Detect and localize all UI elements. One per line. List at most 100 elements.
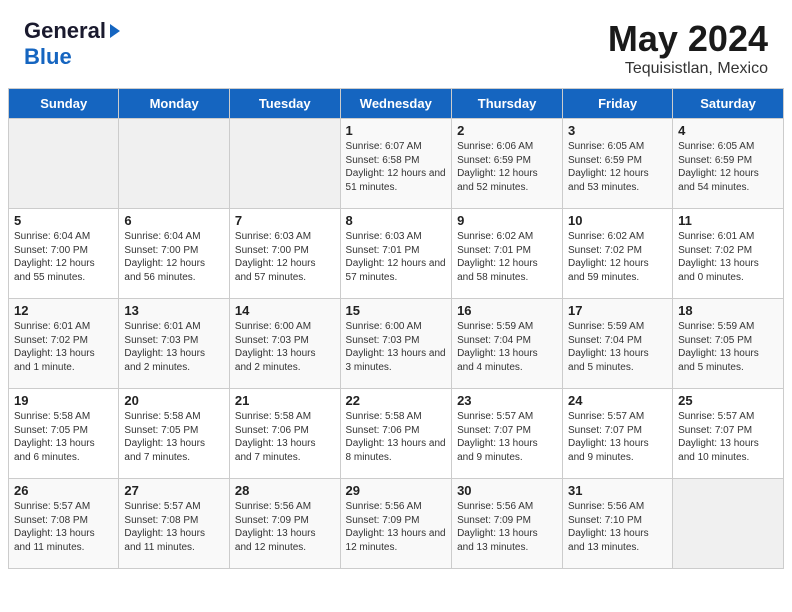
- day-number: 3: [568, 123, 667, 138]
- day-number: 10: [568, 213, 667, 228]
- calendar-cell: 28 Sunrise: 5:56 AMSunset: 7:09 PMDayligh…: [229, 479, 340, 569]
- day-number: 12: [14, 303, 113, 318]
- calendar-day-header: Wednesday: [340, 89, 452, 119]
- cell-content: Sunrise: 5:57 AMSunset: 7:08 PMDaylight:…: [14, 500, 113, 554]
- calendar-day-header: Sunday: [9, 89, 119, 119]
- calendar-day-header: Friday: [563, 89, 673, 119]
- logo: General Blue: [24, 18, 120, 70]
- day-number: 19: [14, 393, 113, 408]
- day-number: 18: [678, 303, 778, 318]
- day-number: 13: [124, 303, 224, 318]
- cell-content: Sunrise: 5:56 AMSunset: 7:10 PMDaylight:…: [568, 500, 667, 554]
- cell-content: Sunrise: 6:03 AMSunset: 7:01 PMDaylight:…: [346, 230, 447, 284]
- calendar-cell: 27 Sunrise: 5:57 AMSunset: 7:08 PMDayligh…: [119, 479, 230, 569]
- cell-content: Sunrise: 5:58 AMSunset: 7:05 PMDaylight:…: [14, 410, 113, 464]
- calendar-cell: 18 Sunrise: 5:59 AMSunset: 7:05 PMDayligh…: [673, 299, 784, 389]
- calendar-cell: 3 Sunrise: 6:05 AMSunset: 6:59 PMDaylight…: [563, 119, 673, 209]
- cell-content: Sunrise: 6:02 AMSunset: 7:02 PMDaylight:…: [568, 230, 667, 284]
- cell-content: Sunrise: 5:57 AMSunset: 7:08 PMDaylight:…: [124, 500, 224, 554]
- cell-content: Sunrise: 6:03 AMSunset: 7:00 PMDaylight:…: [235, 230, 335, 284]
- calendar-cell: 2 Sunrise: 6:06 AMSunset: 6:59 PMDaylight…: [452, 119, 563, 209]
- day-number: 11: [678, 213, 778, 228]
- day-number: 28: [235, 483, 335, 498]
- calendar-week-row: 1 Sunrise: 6:07 AMSunset: 6:58 PMDaylight…: [9, 119, 784, 209]
- day-number: 21: [235, 393, 335, 408]
- cell-content: Sunrise: 5:59 AMSunset: 7:04 PMDaylight:…: [568, 320, 667, 374]
- calendar-day-header: Thursday: [452, 89, 563, 119]
- calendar-day-header: Tuesday: [229, 89, 340, 119]
- calendar-week-row: 12 Sunrise: 6:01 AMSunset: 7:02 PMDayligh…: [9, 299, 784, 389]
- day-number: 14: [235, 303, 335, 318]
- calendar-cell: 25Sunrise: 5:57 AMSunset: 7:07 PMDayligh…: [673, 389, 784, 479]
- calendar-cell: 30 Sunrise: 5:56 AMSunset: 7:09 PMDayligh…: [452, 479, 563, 569]
- logo-arrow-icon: [110, 24, 120, 38]
- cell-content: Sunrise: 6:01 AMSunset: 7:02 PMDaylight:…: [678, 230, 778, 284]
- calendar-cell: 9Sunrise: 6:02 AMSunset: 7:01 PMDaylight…: [452, 209, 563, 299]
- page-header: General Blue May 2024 Tequisistlan, Mexi…: [0, 0, 792, 88]
- day-number: 5: [14, 213, 113, 228]
- calendar-cell: 22Sunrise: 5:58 AMSunset: 7:06 PMDayligh…: [340, 389, 452, 479]
- cell-content: Sunrise: 5:57 AMSunset: 7:07 PMDaylight:…: [678, 410, 778, 464]
- calendar-cell: 29 Sunrise: 5:56 AMSunset: 7:09 PMDayligh…: [340, 479, 452, 569]
- calendar-table: SundayMondayTuesdayWednesdayThursdayFrid…: [8, 88, 784, 569]
- day-number: 24: [568, 393, 667, 408]
- day-number: 22: [346, 393, 447, 408]
- calendar-cell: 15Sunrise: 6:00 AMSunset: 7:03 PMDayligh…: [340, 299, 452, 389]
- cell-content: Sunrise: 6:05 AMSunset: 6:59 PMDaylight:…: [568, 140, 667, 194]
- cell-content: Sunrise: 5:58 AMSunset: 7:06 PMDaylight:…: [235, 410, 335, 464]
- calendar-cell: 24 Sunrise: 5:57 AMSunset: 7:07 PMDayligh…: [563, 389, 673, 479]
- day-number: 29: [346, 483, 447, 498]
- day-number: 6: [124, 213, 224, 228]
- calendar-cell: 8 Sunrise: 6:03 AMSunset: 7:01 PMDaylight…: [340, 209, 452, 299]
- calendar-week-row: 19 Sunrise: 5:58 AMSunset: 7:05 PMDayligh…: [9, 389, 784, 479]
- month-title: May 2024: [608, 18, 768, 60]
- calendar-cell: 5Sunrise: 6:04 AMSunset: 7:00 PMDaylight…: [9, 209, 119, 299]
- calendar-cell: 23 Sunrise: 5:57 AMSunset: 7:07 PMDayligh…: [452, 389, 563, 479]
- cell-content: Sunrise: 5:58 AMSunset: 7:05 PMDaylight:…: [124, 410, 224, 464]
- calendar-cell: 17 Sunrise: 5:59 AMSunset: 7:04 PMDayligh…: [563, 299, 673, 389]
- calendar-cell: 7Sunrise: 6:03 AMSunset: 7:00 PMDaylight…: [229, 209, 340, 299]
- calendar-cell: [119, 119, 230, 209]
- calendar-cell: 13 Sunrise: 6:01 AMSunset: 7:03 PMDayligh…: [119, 299, 230, 389]
- day-number: 23: [457, 393, 557, 408]
- cell-content: Sunrise: 6:04 AMSunset: 7:00 PMDaylight:…: [124, 230, 224, 284]
- cell-content: Sunrise: 6:01 AMSunset: 7:02 PMDaylight:…: [14, 320, 113, 374]
- calendar-cell: 12 Sunrise: 6:01 AMSunset: 7:02 PMDayligh…: [9, 299, 119, 389]
- calendar-week-row: 5 Sunrise: 6:04 AMSunset: 7:00 PMDaylight…: [9, 209, 784, 299]
- cell-content: Sunrise: 5:59 AMSunset: 7:05 PMDaylight:…: [678, 320, 778, 374]
- cell-content: Sunrise: 5:57 AMSunset: 7:07 PMDaylight:…: [568, 410, 667, 464]
- calendar-cell: 1 Sunrise: 6:07 AMSunset: 6:58 PMDaylight…: [340, 119, 452, 209]
- calendar-cell: 31 Sunrise: 5:56 AMSunset: 7:10 PMDayligh…: [563, 479, 673, 569]
- day-number: 27: [124, 483, 224, 498]
- cell-content: Sunrise: 6:06 AMSunset: 6:59 PMDaylight:…: [457, 140, 557, 194]
- day-number: 17: [568, 303, 667, 318]
- cell-content: Sunrise: 5:57 AMSunset: 7:07 PMDaylight:…: [457, 410, 557, 464]
- cell-content: Sunrise: 5:56 AMSunset: 7:09 PMDaylight:…: [457, 500, 557, 554]
- cell-content: Sunrise: 6:00 AMSunset: 7:03 PMDaylight:…: [235, 320, 335, 374]
- calendar-header-row: SundayMondayTuesdayWednesdayThursdayFrid…: [9, 89, 784, 119]
- cell-content: Sunrise: 5:59 AMSunset: 7:04 PMDaylight:…: [457, 320, 557, 374]
- day-number: 26: [14, 483, 113, 498]
- logo-blue: Blue: [24, 44, 72, 70]
- calendar-cell: 26 Sunrise: 5:57 AMSunset: 7:08 PMDayligh…: [9, 479, 119, 569]
- day-number: 20: [124, 393, 224, 408]
- cell-content: Sunrise: 6:07 AMSunset: 6:58 PMDaylight:…: [346, 140, 447, 194]
- calendar-cell: 14 Sunrise: 6:00 AMSunset: 7:03 PMDayligh…: [229, 299, 340, 389]
- cell-content: Sunrise: 5:56 AMSunset: 7:09 PMDaylight:…: [346, 500, 447, 554]
- day-number: 8: [346, 213, 447, 228]
- day-number: 1: [346, 123, 447, 138]
- day-number: 16: [457, 303, 557, 318]
- cell-content: Sunrise: 6:00 AMSunset: 7:03 PMDaylight:…: [346, 320, 447, 374]
- calendar-cell: 10 Sunrise: 6:02 AMSunset: 7:02 PMDayligh…: [563, 209, 673, 299]
- day-number: 31: [568, 483, 667, 498]
- calendar-day-header: Saturday: [673, 89, 784, 119]
- day-number: 30: [457, 483, 557, 498]
- calendar-cell: 16 Sunrise: 5:59 AMSunset: 7:04 PMDayligh…: [452, 299, 563, 389]
- cell-content: Sunrise: 6:01 AMSunset: 7:03 PMDaylight:…: [124, 320, 224, 374]
- location: Tequisistlan, Mexico: [608, 60, 768, 78]
- calendar-cell: [673, 479, 784, 569]
- day-number: 2: [457, 123, 557, 138]
- cell-content: Sunrise: 5:56 AMSunset: 7:09 PMDaylight:…: [235, 500, 335, 554]
- calendar-cell: 4Sunrise: 6:05 AMSunset: 6:59 PMDaylight…: [673, 119, 784, 209]
- calendar-week-row: 26 Sunrise: 5:57 AMSunset: 7:08 PMDayligh…: [9, 479, 784, 569]
